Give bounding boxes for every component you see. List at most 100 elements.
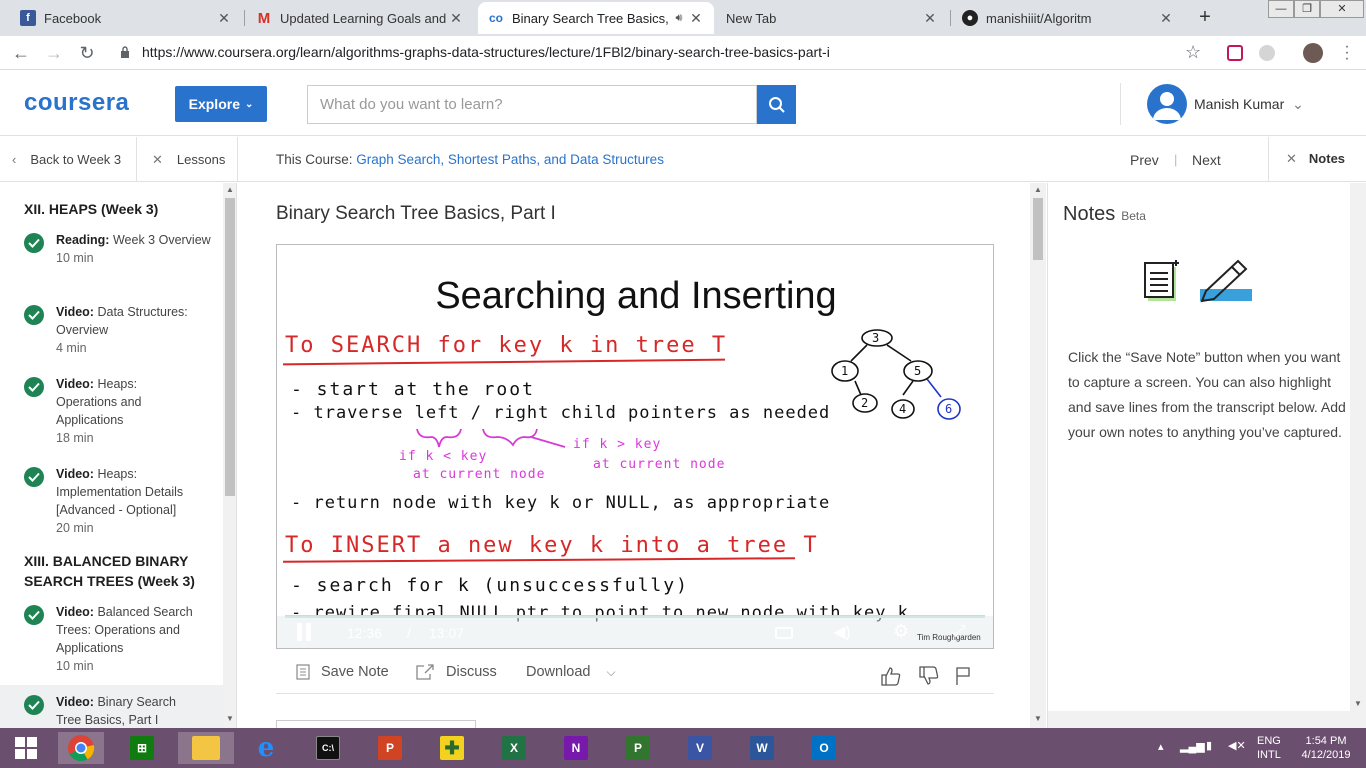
bst-node: 1 <box>841 364 848 378</box>
slide-author: Tim Roughgarden <box>917 633 981 642</box>
taskbar-outlook[interactable]: O <box>804 732 844 764</box>
course-link[interactable]: Graph Search, Shortest Paths, and Data S… <box>356 152 664 167</box>
taskbar-terminal[interactable]: C:\ <box>308 732 348 764</box>
next-button[interactable]: Next <box>1192 152 1221 168</box>
lesson-item[interactable]: Video: Balanced Search Trees: Operations… <box>24 603 224 675</box>
excel-icon: X <box>502 736 526 760</box>
main-scrollbar[interactable] <box>1030 183 1046 728</box>
taskbar-internet-explorer[interactable]: e <box>246 732 286 764</box>
user-avatar[interactable] <box>1147 84 1187 124</box>
tray-up-arrow-icon[interactable]: ▴ <box>1158 740 1164 754</box>
fullscreen-icon[interactable]: ⤢ <box>953 623 966 641</box>
tab-coursera-active[interactable]: co Binary Search Tree Basics, Pa 🔊︎ ✕ <box>478 2 714 34</box>
back-to-week-link[interactable]: ‹ Back to Week 3 <box>12 152 121 167</box>
tab-gmail[interactable]: M Updated Learning Goals and Tin ✕ <box>246 2 474 34</box>
speaker-icon[interactable]: 🔊︎ <box>670 12 688 25</box>
chrome-icon <box>68 735 95 762</box>
main-scroll-thumb[interactable] <box>1033 198 1043 260</box>
taskbar-word[interactable]: W <box>742 732 782 764</box>
extension-circle-icon[interactable] <box>1259 45 1275 61</box>
restore-button[interactable]: ❐ <box>1294 0 1320 18</box>
like-button[interactable] <box>880 666 902 686</box>
user-silhouette-icon <box>1153 92 1181 120</box>
sidebar-scroll-thumb[interactable] <box>225 198 235 496</box>
captions-icon[interactable] <box>775 627 793 639</box>
taskbar-file-explorer[interactable] <box>178 732 234 764</box>
save-note-button[interactable]: Save Note <box>296 664 389 680</box>
reload-icon[interactable]: ↻ <box>75 41 99 65</box>
windows-start-button[interactable] <box>4 732 48 764</box>
coursera-logo[interactable]: coursera <box>24 89 129 117</box>
url-bar[interactable]: https://www.coursera.org/learn/algorithm… <box>142 44 830 60</box>
battery-icon[interactable]: ▮ <box>1206 739 1212 753</box>
close-window-button[interactable]: ✕ <box>1320 0 1364 18</box>
tab-facebook[interactable]: f Facebook ✕ <box>10 2 242 34</box>
project-icon: P <box>626 736 650 760</box>
profile-avatar-icon[interactable] <box>1303 43 1323 63</box>
tab-new-tab[interactable]: New Tab ✕ <box>716 2 948 34</box>
notes-title: Notes Beta <box>1063 203 1146 225</box>
taskbar-excel[interactable]: X <box>494 732 534 764</box>
scroll-down-arrow-icon[interactable]: ▼ <box>226 714 234 723</box>
scroll-up-arrow-icon[interactable]: ▲ <box>1034 185 1042 194</box>
video-player[interactable]: Searching and Inserting To SEARCH for ke… <box>276 244 994 649</box>
close-tab-icon[interactable]: ✕ <box>1158 10 1174 27</box>
chrome-menu-icon[interactable]: · · · <box>1342 39 1352 67</box>
lesson-item-current[interactable]: Video: Binary Search Tree Basics, Part I <box>0 685 223 728</box>
back-arrow-icon[interactable]: ← <box>9 41 33 65</box>
extension-pocket-icon[interactable] <box>1227 45 1243 61</box>
taskbar-powerpoint[interactable]: P <box>370 732 410 764</box>
forward-arrow-icon[interactable]: → <box>42 41 66 65</box>
taskbar-app-stack[interactable]: ✚ <box>432 732 472 764</box>
taskbar-project[interactable]: P <box>618 732 658 764</box>
prev-button[interactable]: Prev <box>1130 152 1159 168</box>
close-icon: ✕ <box>1286 151 1297 166</box>
completed-check-icon <box>24 305 44 325</box>
tab-github[interactable]: ● manishiiit/Algoritm ✕ <box>952 2 1184 34</box>
pause-icon[interactable] <box>295 623 313 641</box>
volume-muted-icon[interactable]: ◀︎✕ <box>1228 739 1246 753</box>
dislike-button[interactable] <box>918 666 940 686</box>
new-tab-button[interactable]: + <box>1192 6 1218 30</box>
notes-horizontal-scrollbar[interactable] <box>1048 711 1350 728</box>
taskbar-visio[interactable]: V <box>680 732 720 764</box>
slide-search-step-1: - start at the root <box>291 379 535 400</box>
discuss-button[interactable]: Discuss <box>416 664 497 680</box>
network-signal-icon[interactable]: ▂▄▆ <box>1180 740 1205 754</box>
close-tab-icon[interactable]: ✕ <box>448 10 464 27</box>
lesson-item[interactable]: Video: Heaps: Operations and Application… <box>24 375 224 447</box>
visio-icon: V <box>688 736 712 760</box>
search-button[interactable] <box>757 85 796 124</box>
user-menu[interactable]: Manish Kumar ⌄ <box>1194 96 1304 113</box>
minimize-button[interactable]: — <box>1268 0 1294 18</box>
close-tab-icon[interactable]: ✕ <box>688 10 704 27</box>
notes-scrollbar[interactable] <box>1350 183 1366 728</box>
taskbar-store[interactable]: ⊞ <box>122 732 162 764</box>
scroll-down-arrow-icon[interactable]: ▼ <box>1354 699 1362 708</box>
lesson-item[interactable]: Video: Heaps: Implementation Details [Ad… <box>24 465 224 537</box>
gmail-icon: M <box>257 9 271 27</box>
taskbar-clock[interactable]: 1:54 PM 4/12/2019 <box>1298 734 1354 762</box>
taskbar-onenote[interactable]: N <box>556 732 596 764</box>
scroll-down-arrow-icon[interactable]: ▼ <box>1034 714 1042 723</box>
bookmark-star-icon[interactable]: ☆ <box>1185 42 1201 63</box>
close-tab-icon[interactable]: ✕ <box>922 10 938 27</box>
close-notes-button[interactable]: ✕ Notes <box>1286 151 1345 167</box>
explore-button[interactable]: Explore ⌄ <box>175 86 267 122</box>
bst-node: 4 <box>899 402 906 416</box>
lesson-item[interactable]: Reading: Week 3 Overview 10 min <box>24 231 224 267</box>
settings-gear-icon[interactable]: ⚙︎ <box>893 621 909 642</box>
slide-note-left-1: if k < key <box>399 449 488 464</box>
download-dropdown[interactable]: Download ⌵ <box>526 664 616 680</box>
scroll-up-arrow-icon[interactable]: ▲ <box>226 185 234 194</box>
slide-note-left-2: at current node <box>413 467 546 482</box>
search-input[interactable]: What do you want to learn? <box>307 85 757 124</box>
flag-button[interactable] <box>954 666 972 686</box>
lesson-item[interactable]: Video: Data Structures: Overview 4 min <box>24 303 224 357</box>
close-tab-icon[interactable]: ✕ <box>216 10 232 27</box>
lessons-toggle[interactable]: ✕ Lessons <box>152 152 225 168</box>
volume-icon[interactable]: ◀︎) <box>833 622 851 642</box>
slide-note-right-1: if k > key <box>573 437 662 452</box>
taskbar-chrome[interactable] <box>58 732 104 764</box>
input-language[interactable]: ENG INTL <box>1257 734 1281 762</box>
